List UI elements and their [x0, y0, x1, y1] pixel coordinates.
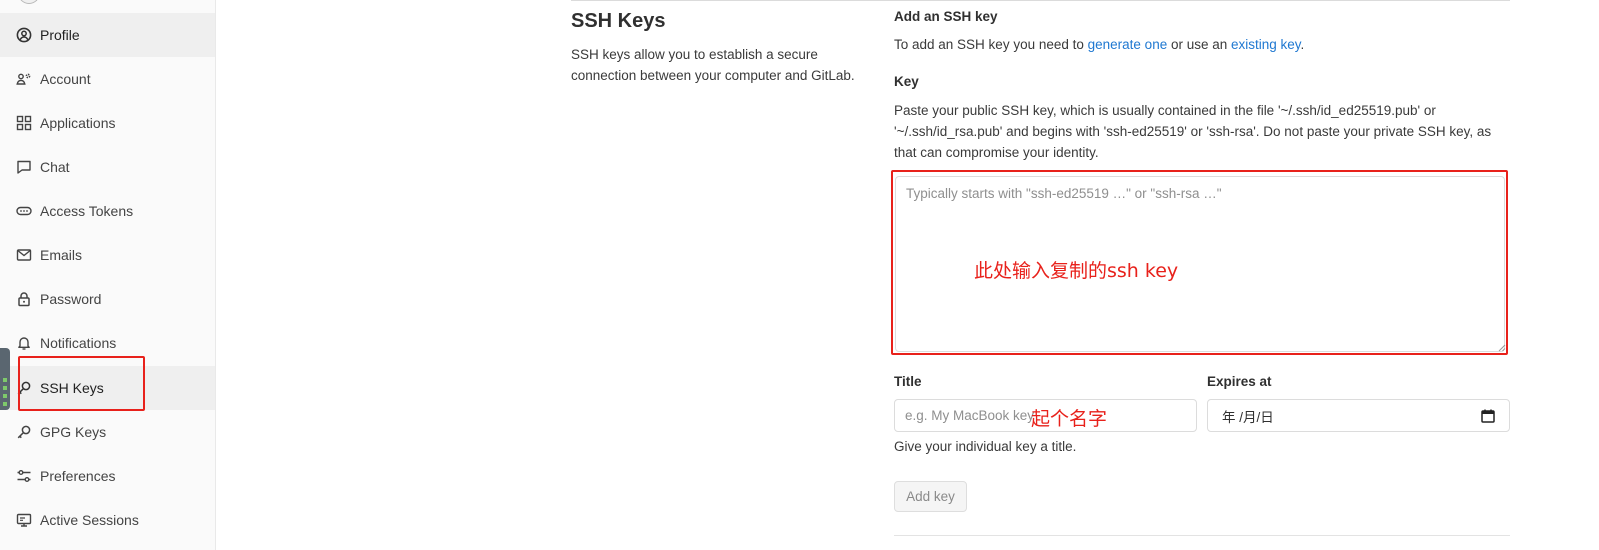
profile-icon	[16, 27, 32, 43]
sidebar-item-profile[interactable]: Profile	[0, 13, 215, 57]
top-divider	[571, 0, 1510, 1]
sidebar-item-label: Emails	[40, 247, 83, 263]
settings-sidebar: Profile Account Applications Chat Access…	[0, 0, 216, 550]
sidebar-item-label: Applications	[40, 115, 116, 131]
sidebar-item-label: Chat	[40, 159, 70, 175]
sidebar-item-label: GPG Keys	[40, 424, 107, 440]
sidebar-item-notifications[interactable]: Notifications	[0, 321, 215, 365]
account-icon	[16, 71, 32, 87]
preferences-icon	[16, 468, 32, 484]
sidebar-item-preferences[interactable]: Preferences	[0, 454, 215, 498]
expires-date-input[interactable]: 年 /月/日	[1207, 399, 1510, 432]
calendar-icon[interactable]	[1481, 409, 1495, 423]
title-label: Title	[894, 374, 922, 389]
generate-one-link[interactable]: generate one	[1088, 37, 1168, 52]
annotation-title-note: 起个名字	[1031, 408, 1108, 430]
sidebar-item-label: Notifications	[40, 335, 117, 351]
monitor-icon	[16, 512, 32, 528]
key-icon	[16, 424, 32, 440]
mail-icon	[16, 247, 32, 263]
sidebar-item-label: Profile	[40, 27, 80, 43]
add-ssh-key-heading: Add an SSH key	[894, 9, 998, 24]
annotation-key-note: 此处输入复制的ssh key	[974, 260, 1179, 282]
existing-key-link[interactable]: existing key	[1231, 37, 1301, 52]
bell-icon	[16, 335, 32, 351]
sidebar-item-label: SSH Keys	[40, 380, 104, 396]
key-icon	[16, 380, 32, 396]
resize-grip-icon[interactable]	[1498, 344, 1506, 352]
add-ssh-key-intro: To add an SSH key you need to generate o…	[894, 37, 1305, 52]
sidebar-item-applications[interactable]: Applications	[0, 101, 215, 145]
sidebar-item-chat[interactable]: Chat	[0, 145, 215, 189]
key-help-text: Paste your public SSH key, which is usua…	[894, 103, 1492, 160]
sidebar-item-label: Password	[40, 291, 102, 307]
token-icon	[16, 203, 32, 219]
sidebar-item-label: Account	[40, 71, 91, 87]
title-help-text: Give your individual key a title.	[894, 439, 1077, 454]
sidebar-item-account[interactable]: Account	[0, 57, 215, 101]
side-widget[interactable]	[0, 348, 10, 410]
section-description: SSH keys allow you to establish a secure…	[571, 47, 855, 83]
chat-icon	[16, 159, 32, 175]
sidebar-item-access-tokens[interactable]: Access Tokens	[0, 189, 215, 233]
sidebar-item-password[interactable]: Password	[0, 277, 215, 321]
section-title: SSH Keys	[571, 10, 666, 32]
sidebar-item-label: Preferences	[40, 468, 116, 484]
add-key-button[interactable]: Add key	[894, 481, 967, 512]
sidebar-item-ssh-keys[interactable]: SSH Keys	[0, 366, 215, 410]
key-label: Key	[894, 74, 919, 89]
date-placeholder: 年 /月/日	[1222, 409, 1274, 425]
sidebar-item-label: Active Sessions	[40, 512, 139, 528]
sidebar-item-active-sessions[interactable]: Active Sessions	[0, 498, 215, 542]
sidebar-item-label: Access Tokens	[40, 203, 134, 219]
expires-label: Expires at	[1207, 374, 1272, 389]
sidebar-item-emails[interactable]: Emails	[0, 233, 215, 277]
lock-icon	[16, 291, 32, 307]
applications-icon	[16, 115, 32, 131]
sidebar-item-gpg-keys[interactable]: GPG Keys	[0, 410, 215, 454]
bottom-divider	[894, 535, 1510, 536]
avatar[interactable]	[18, 0, 40, 4]
